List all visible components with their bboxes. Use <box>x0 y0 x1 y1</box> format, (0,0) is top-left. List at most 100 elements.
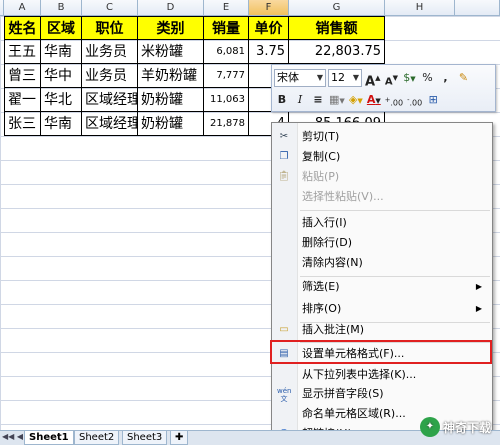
chevron-down-icon: ▼ <box>352 73 359 82</box>
column-header-h[interactable]: H <box>385 0 455 16</box>
site-watermark: ✦ 神奇下载 <box>420 414 491 440</box>
table-cell[interactable]: 曾三 <box>4 64 41 88</box>
italic-button[interactable]: I <box>292 91 308 109</box>
table-cell[interactable]: 华南 <box>41 40 82 64</box>
column-header-g[interactable]: G <box>289 0 385 16</box>
menu-item-label: 剪切(T) <box>302 130 340 143</box>
table-cell[interactable]: 区域经理 <box>82 88 138 112</box>
shrink-font-button[interactable]: A▼ <box>383 69 399 87</box>
table-cell[interactable]: 奶粉罐 <box>138 112 204 136</box>
table-cell[interactable]: 华中 <box>41 64 82 88</box>
menu-item-insert-row[interactable]: 插入行(I) <box>272 213 492 233</box>
center-align-button[interactable]: ≡ <box>310 91 326 109</box>
table-cell[interactable]: 22,803.75 <box>289 40 385 64</box>
bold-button[interactable]: B <box>274 91 290 109</box>
submenu-arrow-icon: ▶ <box>475 282 482 291</box>
fill-color-icon[interactable]: ◈▼ <box>348 91 364 109</box>
column-header-b[interactable]: B <box>41 0 82 16</box>
menu-separator <box>300 210 490 211</box>
menu-item-label: 筛选(E) <box>302 280 340 293</box>
borders-icon[interactable]: ▦▼ <box>328 91 346 109</box>
menu-item-insert-comment[interactable]: ▭ 插入批注(M) <box>272 320 492 340</box>
increase-decimal-button[interactable]: +.00 <box>384 91 404 109</box>
copy-icon: ❐ <box>279 151 289 162</box>
table-cell[interactable]: 11,063 <box>204 88 249 112</box>
menu-item-label: 粘贴(P) <box>302 170 340 183</box>
menu-item-delete-row[interactable]: 删除行(D) <box>272 233 492 253</box>
currency-format-button[interactable]: $▼ <box>401 69 417 87</box>
table-cell[interactable]: 米粉罐 <box>138 40 204 64</box>
table-cell[interactable]: 21,878 <box>204 112 249 136</box>
highlight-box <box>270 340 492 364</box>
merge-cells-icon[interactable]: ⊞ <box>425 91 441 109</box>
table-cell[interactable]: 奶粉罐 <box>138 88 204 112</box>
tab-sheet3[interactable]: Sheet3 <box>122 431 168 445</box>
font-name-select[interactable]: 宋体 ▼ <box>274 69 326 87</box>
menu-item-filter[interactable]: 筛选(E) ▶ <box>272 277 492 297</box>
font-name-value: 宋体 <box>277 71 299 84</box>
column-header-e[interactable]: E <box>204 0 249 16</box>
header-cell-quantity[interactable]: 销量 <box>204 16 249 40</box>
submenu-arrow-icon: ▶ <box>475 304 482 313</box>
comma-style-button[interactable]: , <box>437 69 453 87</box>
percent-style-button[interactable]: % <box>419 69 435 87</box>
header-cell-price[interactable]: 单价 <box>249 16 289 40</box>
tab-sheet1[interactable]: Sheet1 <box>24 431 74 445</box>
pinyin-icon: wén 文 <box>277 387 292 403</box>
menu-item-label: 删除行(D) <box>302 236 353 249</box>
header-cell-sales[interactable]: 销售额 <box>289 16 385 40</box>
context-menu: ✂ 剪切(T) ❐ 复制(C) 📋︎ 粘贴(P) 选择性粘贴(V)... 插入行… <box>271 122 493 445</box>
column-header-i[interactable] <box>455 0 500 16</box>
table-cell[interactable]: 翟一 <box>4 88 41 112</box>
column-header-d[interactable]: D <box>138 0 204 16</box>
menu-item-paste[interactable]: 📋︎ 粘贴(P) <box>272 167 492 187</box>
table-cell[interactable]: 区域经理 <box>82 112 138 136</box>
format-painter-icon[interactable]: ✎ <box>455 69 471 87</box>
paste-icon: 📋︎ <box>277 171 291 182</box>
table-cell[interactable]: 业务员 <box>82 64 138 88</box>
comment-icon: ▭ <box>279 324 289 335</box>
table-cell[interactable]: 羊奶粉罐 <box>138 64 204 88</box>
column-header-a[interactable]: A <box>4 0 41 16</box>
menu-item-label: 插入批注(M) <box>302 323 365 336</box>
header-cell-region[interactable]: 区域 <box>41 16 82 40</box>
header-cell-name[interactable]: 姓名 <box>4 16 41 40</box>
table-cell[interactable]: 7,777 <box>204 64 249 88</box>
header-cell-category[interactable]: 类别 <box>138 16 204 40</box>
menu-item-label: 排序(O) <box>302 302 342 315</box>
table-cell[interactable]: 王五 <box>4 40 41 64</box>
column-header-f[interactable]: F <box>249 0 289 16</box>
table-cell[interactable]: 华北 <box>41 88 82 112</box>
insert-sheet-icon[interactable]: ✚ <box>170 431 189 445</box>
menu-item-sort[interactable]: 排序(O) ▶ <box>272 299 492 319</box>
tab-sheet2[interactable]: Sheet2 <box>74 431 120 445</box>
table-cell[interactable]: 业务员 <box>82 40 138 64</box>
chevron-down-icon: ▼ <box>316 73 323 82</box>
menu-item-paste-special[interactable]: 选择性粘贴(V)... <box>272 187 492 207</box>
font-color-button[interactable]: A▼ <box>366 91 382 109</box>
mini-toolbar: 宋体 ▼ 12 ▼ A▲ A▼ $▼ % , ✎ B I ≡ ▦▼ ◈▼ A▼ +.… <box>271 64 496 112</box>
table-cell[interactable]: 张三 <box>4 112 41 136</box>
table-cell[interactable]: 华南 <box>41 112 82 136</box>
table-cell[interactable]: 3.75 <box>249 40 289 64</box>
menu-item-label: 选择性粘贴(V)... <box>302 190 384 203</box>
column-header-c[interactable]: C <box>82 0 138 16</box>
scissors-icon: ✂ <box>279 131 289 142</box>
menu-item-copy[interactable]: ❐ 复制(C) <box>272 147 492 167</box>
menu-item-clear-contents[interactable]: 清除内容(N) <box>272 253 492 273</box>
menu-item-show-pinyin[interactable]: wén 文 显示拼音字段(S) <box>272 384 492 404</box>
menu-item-cut[interactable]: ✂ 剪切(T) <box>272 127 492 147</box>
font-size-select[interactable]: 12 ▼ <box>328 69 362 87</box>
header-cell-position[interactable]: 职位 <box>82 16 138 40</box>
decrease-decimal-button[interactable]: -.00 <box>406 91 423 109</box>
table-cell[interactable]: 6,081 <box>204 40 249 64</box>
watermark-text: 神奇下载 <box>443 420 492 435</box>
watermark-logo-icon: ✦ <box>420 417 440 437</box>
menu-item-label: 复制(C) <box>302 150 341 163</box>
grow-font-button[interactable]: A▲ <box>364 69 381 89</box>
menu-item-label: 命名单元格区域(R)... <box>302 407 406 420</box>
menu-item-label: 从下拉列表中选择(K)... <box>302 368 417 381</box>
menu-item-pick-from-list[interactable]: 从下拉列表中选择(K)... <box>272 365 492 385</box>
menu-item-label: 清除内容(N) <box>302 256 363 269</box>
font-size-value: 12 <box>331 71 345 84</box>
